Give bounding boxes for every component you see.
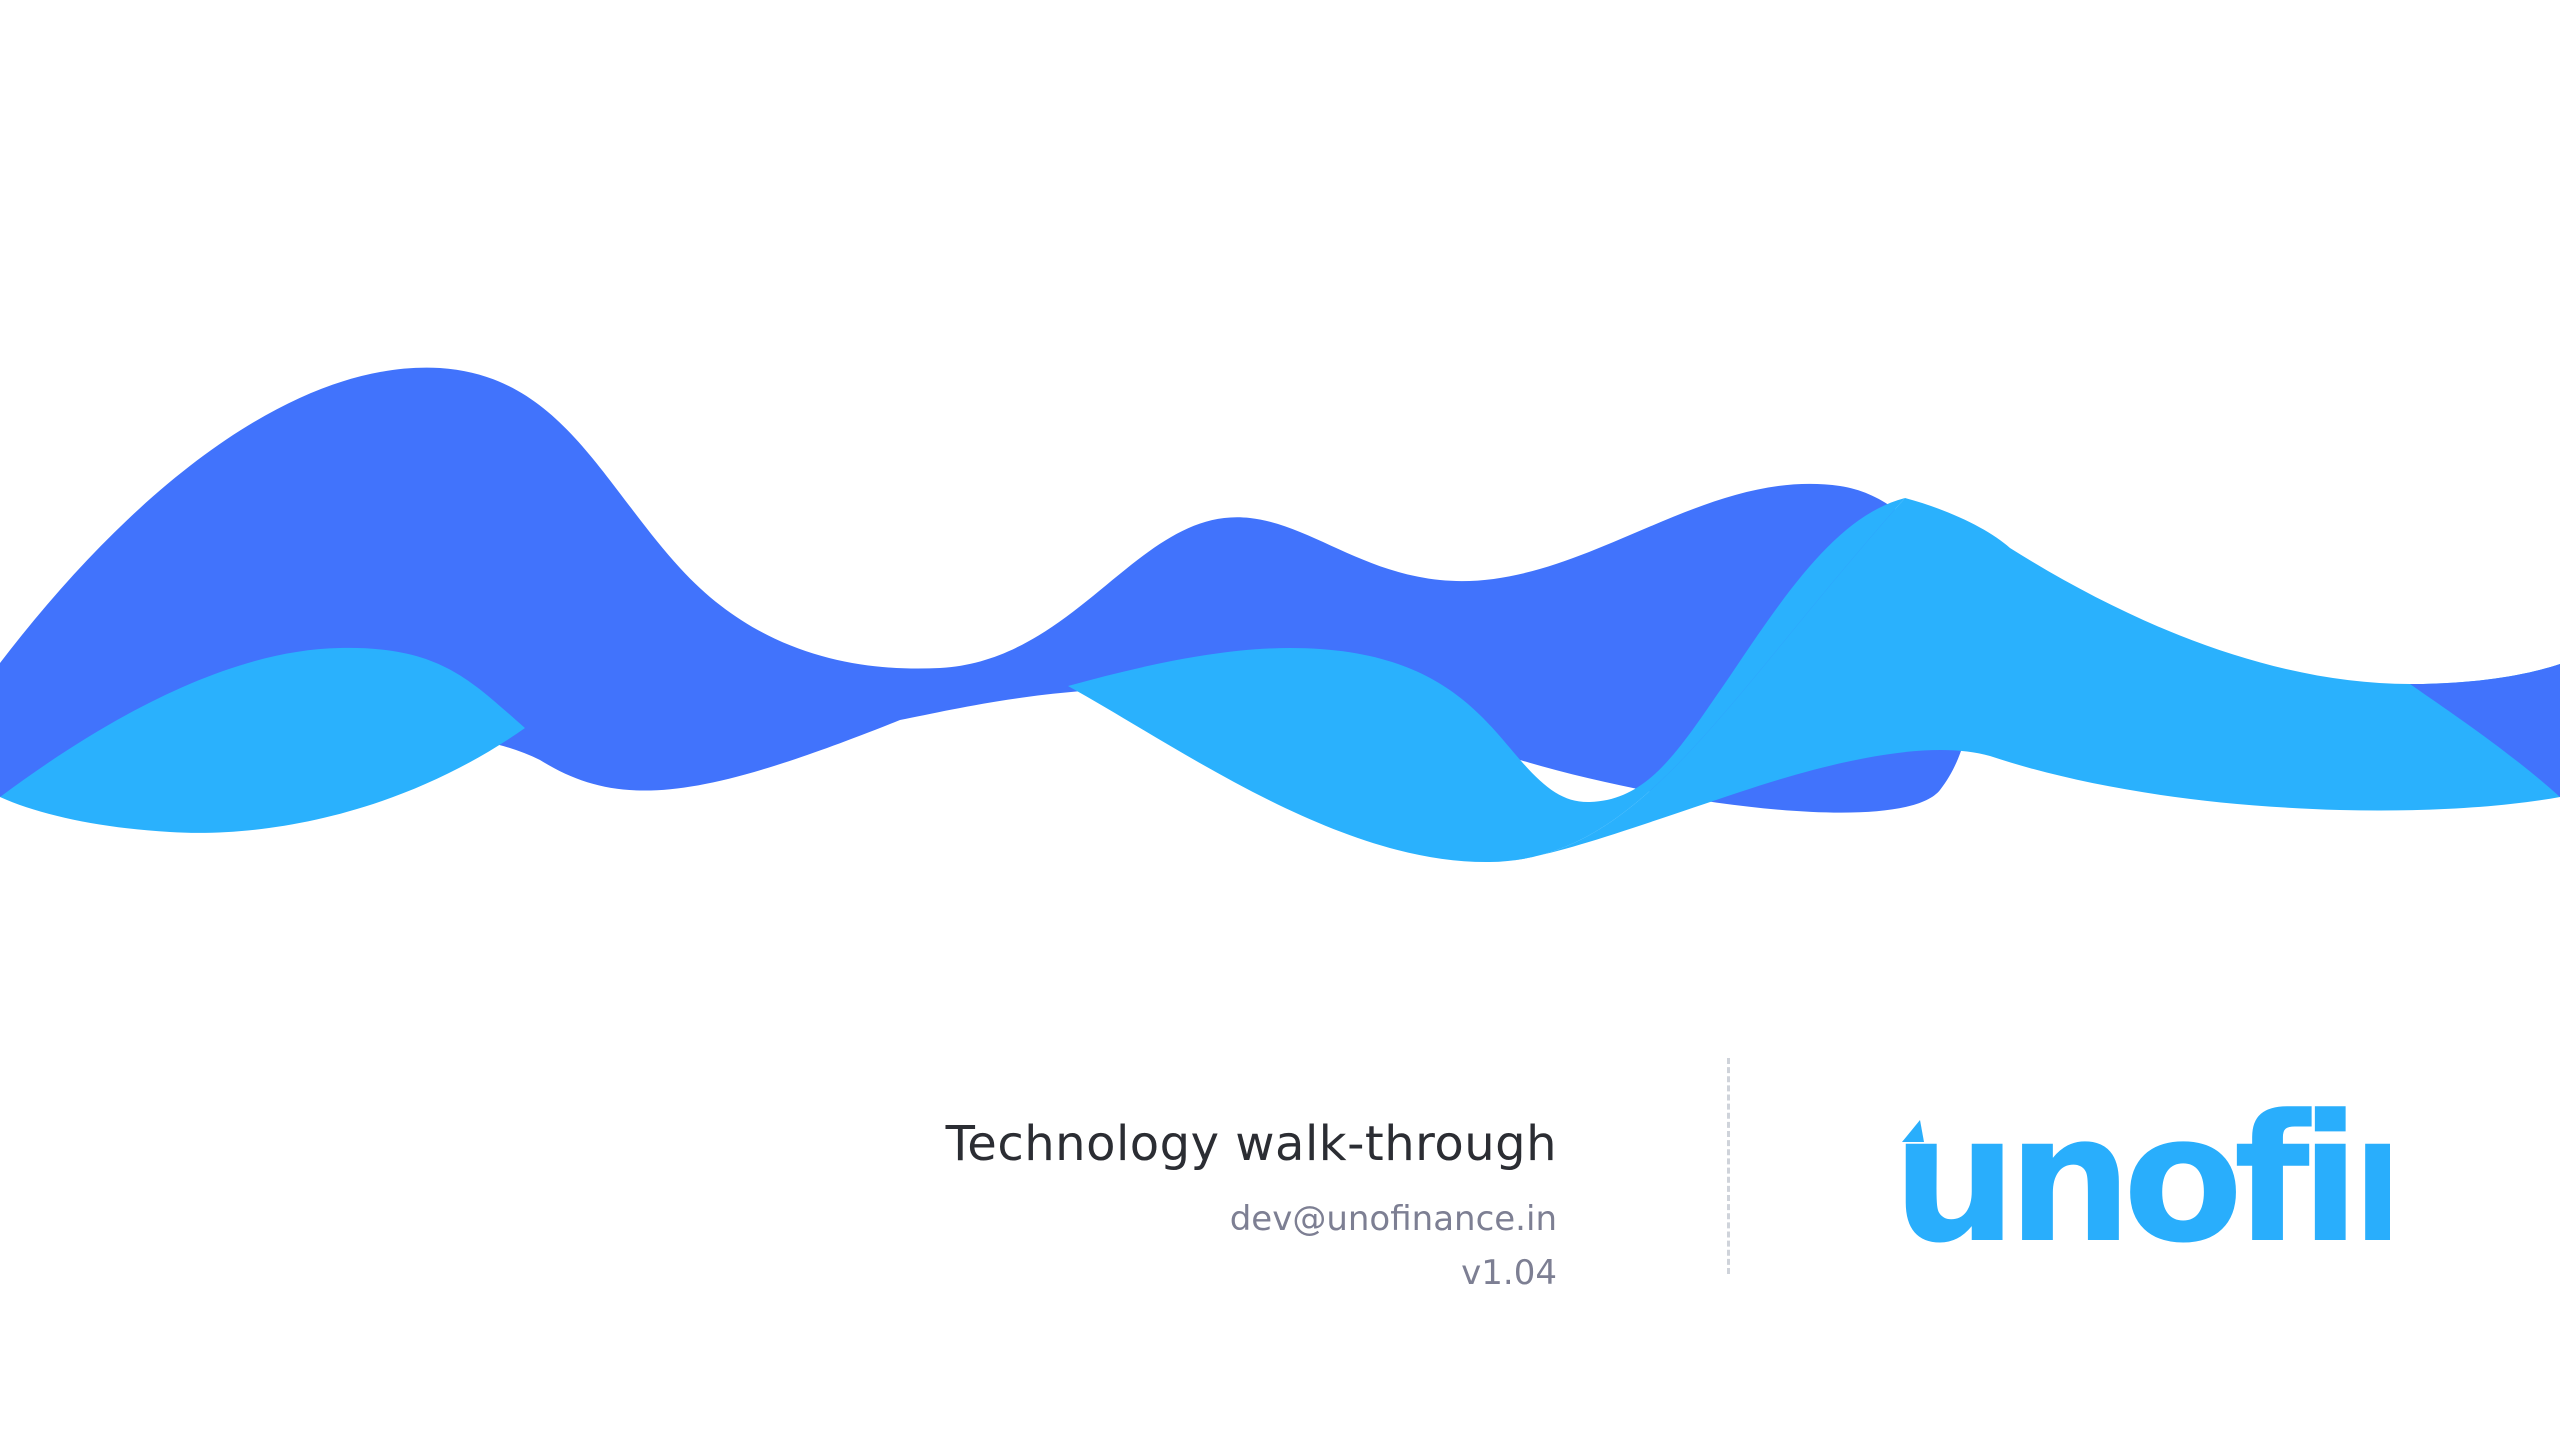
logo-wordmark: unofin [1892,1080,2390,1250]
version-label: v1.04 [1461,1253,1557,1293]
contact-email: dev@unofinance.in [1229,1199,1557,1239]
presentation-info: Technology walk-through dev@unofinance.i… [946,1112,1557,1298]
vertical-divider [1727,1058,1730,1274]
presentation-title: Technology walk-through [945,1116,1557,1172]
title-slide: Technology walk-through dev@unofinance.i… [0,0,2560,1440]
unofin-logo: unofin [1892,1080,2390,1250]
